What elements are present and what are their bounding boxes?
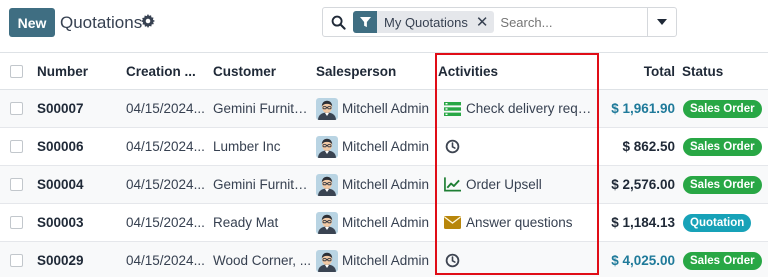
- creation-date: 04/15/2024...: [126, 139, 205, 154]
- remove-facet-icon[interactable]: ✕: [475, 11, 495, 33]
- column-header-status[interactable]: Status: [681, 52, 768, 90]
- status-badge: Sales Order: [683, 99, 762, 118]
- creation-date: 04/15/2024...: [126, 253, 205, 268]
- salesperson-name: Mitchell Admin: [342, 101, 430, 116]
- todo-list-icon[interactable]: [444, 101, 461, 116]
- row-checkbox[interactable]: [10, 102, 23, 115]
- order-number: S00003: [37, 215, 84, 230]
- search-facet-my-quotations: My Quotations ✕: [353, 11, 495, 33]
- filter-icon: [353, 11, 377, 33]
- creation-date: 04/15/2024...: [126, 215, 205, 230]
- salesperson: Mitchell Admin: [316, 249, 436, 272]
- column-header-number[interactable]: Number: [32, 52, 126, 90]
- quotations-table: Number Creation ... Customer Salesperson…: [0, 52, 768, 277]
- column-header-customer[interactable]: Customer: [213, 52, 316, 90]
- creation-date: 04/15/2024...: [126, 177, 205, 192]
- status-badge: Sales Order: [683, 251, 762, 270]
- table-row[interactable]: S00007 04/15/2024... Gemini Furnitu... M…: [0, 89, 768, 128]
- customer-name: Gemini Furnitu...: [213, 177, 313, 192]
- customer-name: Wood Corner, ...: [213, 253, 312, 268]
- page-title[interactable]: Quotations: [60, 13, 142, 33]
- activity-cell[interactable]: Order Upsell: [444, 177, 599, 192]
- order-number: S00004: [37, 177, 84, 192]
- order-number: S00007: [37, 101, 84, 116]
- activity-summary: Check delivery requir...: [466, 101, 599, 116]
- search-options-toggle[interactable]: [647, 8, 676, 36]
- creation-date: 04/15/2024...: [126, 101, 205, 116]
- select-all-cell: [0, 52, 32, 90]
- table-row[interactable]: S00006 04/15/2024... Lumber Inc Mitchell…: [0, 127, 768, 166]
- row-checkbox[interactable]: [10, 140, 23, 153]
- salesperson-name: Mitchell Admin: [342, 139, 430, 154]
- control-panel: New Quotations My Quotations ✕: [0, 0, 768, 52]
- row-select-cell: [0, 89, 32, 128]
- upsell-chart-icon[interactable]: [444, 177, 461, 192]
- row-select-cell: [0, 203, 32, 242]
- row-checkbox[interactable]: [10, 254, 23, 267]
- caret-down-icon: [657, 19, 667, 25]
- select-all-checkbox[interactable]: [10, 64, 23, 78]
- column-header-activities[interactable]: Activities: [436, 52, 599, 90]
- status-badge: Sales Order: [683, 137, 762, 156]
- table-row[interactable]: S00004 04/15/2024... Gemini Furnitu... M…: [0, 165, 768, 204]
- row-checkbox[interactable]: [10, 216, 23, 229]
- customer-name: Gemini Furnitu...: [213, 101, 313, 116]
- avatar: [316, 173, 338, 196]
- salesperson: Mitchell Admin: [316, 97, 436, 120]
- column-header-salesperson[interactable]: Salesperson: [316, 52, 436, 90]
- clock-icon[interactable]: [444, 253, 461, 268]
- status-badge: Sales Order: [683, 175, 762, 194]
- clock-icon[interactable]: [444, 139, 461, 154]
- column-header-total[interactable]: Total: [599, 52, 681, 90]
- row-select-cell: [0, 165, 32, 204]
- avatar: [316, 97, 338, 120]
- order-total: $ 862.50: [622, 139, 675, 154]
- avatar: [316, 211, 338, 234]
- salesperson: Mitchell Admin: [316, 211, 436, 234]
- order-total: $ 1,184.13: [611, 215, 675, 230]
- salesperson: Mitchell Admin: [316, 135, 436, 158]
- search-icon[interactable]: [323, 15, 353, 30]
- table-header-row: Number Creation ... Customer Salesperson…: [0, 52, 768, 90]
- activity-cell[interactable]: [444, 253, 599, 268]
- status-badge: Quotation: [683, 213, 752, 232]
- search-input[interactable]: [500, 14, 641, 30]
- salesperson: Mitchell Admin: [316, 173, 436, 196]
- row-select-cell: [0, 127, 32, 166]
- activity-summary: Answer questions: [466, 215, 573, 230]
- gear-icon[interactable]: [141, 14, 155, 28]
- salesperson-name: Mitchell Admin: [342, 215, 430, 230]
- order-number: S00029: [37, 253, 84, 268]
- row-checkbox[interactable]: [10, 178, 23, 191]
- activity-summary: Order Upsell: [466, 177, 542, 192]
- table-row[interactable]: S00003 04/15/2024... Ready Mat Mitchell …: [0, 203, 768, 242]
- search-bar: My Quotations ✕: [322, 7, 677, 37]
- salesperson-name: Mitchell Admin: [342, 253, 430, 268]
- activity-cell[interactable]: Check delivery requir...: [444, 101, 599, 116]
- customer-name: Ready Mat: [213, 215, 279, 230]
- avatar: [316, 249, 338, 272]
- column-header-creation-date[interactable]: Creation ...: [126, 52, 213, 90]
- order-total: $ 4,025.00: [611, 253, 675, 268]
- activity-cell[interactable]: [444, 139, 599, 154]
- new-button[interactable]: New: [9, 8, 55, 37]
- row-select-cell: [0, 241, 32, 277]
- order-total: $ 1,961.90: [611, 101, 675, 116]
- order-total: $ 2,576.00: [611, 177, 675, 192]
- order-number: S00006: [37, 139, 84, 154]
- salesperson-name: Mitchell Admin: [342, 177, 430, 192]
- table-row[interactable]: S00029 04/15/2024... Wood Corner, ... Mi…: [0, 241, 768, 277]
- avatar: [316, 135, 338, 158]
- customer-name: Lumber Inc: [213, 139, 281, 154]
- activity-cell[interactable]: Answer questions: [444, 215, 599, 230]
- envelope-icon[interactable]: [444, 215, 461, 230]
- facet-label: My Quotations: [377, 11, 476, 33]
